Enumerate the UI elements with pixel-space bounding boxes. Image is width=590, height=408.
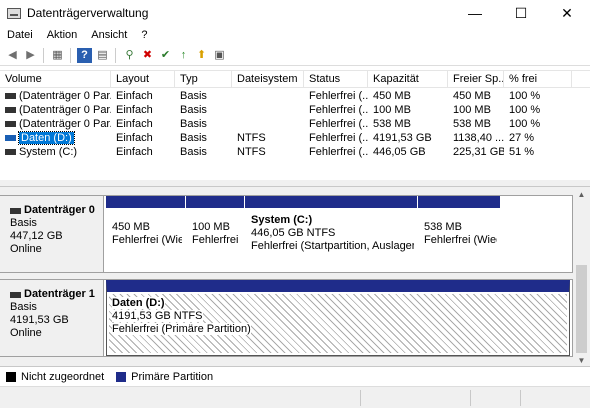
- menu-datei[interactable]: Datei: [0, 29, 40, 41]
- disk-icon: [10, 207, 21, 214]
- toolbar-separator: [43, 48, 44, 63]
- minimize-button[interactable]: —: [452, 0, 498, 26]
- window-title: Datenträgerverwaltung: [27, 6, 149, 20]
- menu-help[interactable]: ?: [134, 29, 154, 41]
- maximize-button[interactable]: ☐: [498, 0, 544, 26]
- disk-1-size: 4191,53 GB: [10, 314, 69, 326]
- disk-0-name: Datenträger 0: [24, 204, 95, 216]
- menu-bar: Datei Aktion Ansicht ?: [0, 26, 590, 44]
- table-row-selected[interactable]: Daten (D:) Einfach Basis NTFS Fehlerfrei…: [0, 131, 590, 145]
- disk-1-state: Online: [10, 327, 42, 339]
- scroll-thumb[interactable]: [576, 265, 587, 353]
- disk-0-partitions: 450 MB Fehlerfrei (Wiec 100 MB Fehlerfre…: [104, 195, 573, 273]
- toolbar-separator: [115, 48, 116, 63]
- partition-system-c[interactable]: System (C:) 446,05 GB NTFS Fehlerfrei (S…: [245, 196, 417, 272]
- table-row[interactable]: (Datenträger 0 Par... Einfach Basis Fehl…: [0, 117, 590, 131]
- legend-unallocated-label: Nicht zugeordnet: [21, 370, 105, 383]
- list-header: Volume Layout Typ Dateisystem Status Kap…: [0, 71, 590, 88]
- status-divider: [470, 390, 471, 406]
- close-button[interactable]: ✕: [544, 0, 590, 26]
- connect-icon[interactable]: ⚲: [122, 48, 137, 63]
- table-row[interactable]: (Datenträger 0 Par... Einfach Basis Fehl…: [0, 89, 590, 103]
- status-divider: [360, 390, 361, 406]
- column-freier-speicher[interactable]: Freier Sp...: [448, 71, 504, 88]
- forward-icon[interactable]: ▶: [23, 48, 38, 63]
- disk-view-vertical-scrollbar[interactable]: ▲ ▼: [573, 187, 590, 367]
- column-layout[interactable]: Layout: [111, 71, 175, 88]
- column-typ[interactable]: Typ: [175, 71, 232, 88]
- import-icon[interactable]: ↑: [176, 48, 191, 63]
- toolbar-separator: [70, 48, 71, 63]
- toolbar: ◀ ▶ ▦ ? ▤ ⚲ ✖ ✔ ↑ ⬆ ▣: [0, 44, 590, 66]
- table-row[interactable]: System (C:) Einfach Basis NTFS Fehlerfre…: [0, 145, 590, 159]
- menu-aktion[interactable]: Aktion: [40, 29, 85, 41]
- column-status[interactable]: Status: [304, 71, 368, 88]
- legend: Nicht zugeordnet Primäre Partition: [0, 366, 590, 386]
- legend-unallocated-swatch: [6, 371, 16, 382]
- disk-0-type: Basis: [10, 217, 37, 229]
- delete-icon[interactable]: ✖: [140, 48, 155, 63]
- back-icon[interactable]: ◀: [5, 48, 20, 63]
- partition-recovery-538[interactable]: 538 MB Fehlerfrei (Wiede: [418, 196, 500, 272]
- disk-1-type: Basis: [10, 301, 37, 313]
- disk-0-label[interactable]: Datenträger 0 Basis 447,12 GB Online: [0, 195, 104, 273]
- column-volume[interactable]: Volume: [0, 71, 111, 88]
- view-icon[interactable]: ▣: [212, 48, 227, 63]
- check-icon[interactable]: ✔: [158, 48, 173, 63]
- disk-graphical-view: Datenträger 0 Basis 447,12 GB Online 450…: [0, 186, 590, 367]
- partition-efi-100[interactable]: 100 MB Fehlerfrei (: [186, 196, 244, 272]
- status-bar: [0, 386, 590, 408]
- disk-management-icon: [7, 8, 21, 19]
- folder-up-icon[interactable]: ⬆: [194, 48, 209, 63]
- disk-0-size: 447,12 GB: [10, 230, 63, 242]
- column-dateisystem[interactable]: Dateisystem: [232, 71, 304, 88]
- disk-1-label[interactable]: Datenträger 1 Basis 4191,53 GB Online: [0, 279, 104, 357]
- properties-icon[interactable]: ▤: [95, 48, 110, 63]
- volume-list: Volume Layout Typ Dateisystem Status Kap…: [0, 70, 590, 186]
- disk-0-state: Online: [10, 243, 42, 255]
- legend-primary-swatch: [116, 371, 127, 382]
- partition-daten-d[interactable]: Daten (D:) 4191,53 GB NTFS Fehlerfrei (P…: [106, 280, 570, 356]
- selected-volume-name: Daten (D:): [18, 131, 75, 145]
- title-bar: Datenträgerverwaltung — ☐ ✕: [0, 0, 590, 26]
- disk-1-partitions: Daten (D:) 4191,53 GB NTFS Fehlerfrei (P…: [104, 279, 573, 357]
- status-divider: [520, 390, 521, 406]
- partition-recovery-450[interactable]: 450 MB Fehlerfrei (Wiec: [106, 196, 185, 272]
- column-kapazitaet[interactable]: Kapazität: [368, 71, 448, 88]
- help-icon[interactable]: ?: [77, 48, 92, 63]
- scroll-up-icon[interactable]: ▲: [573, 187, 590, 201]
- disk-icon: [10, 291, 21, 298]
- legend-primary-label: Primäre Partition: [131, 370, 214, 383]
- disk-1-name: Datenträger 1: [24, 288, 95, 300]
- table-row[interactable]: (Datenträger 0 Par... Einfach Basis Fehl…: [0, 103, 590, 117]
- console-tree-icon[interactable]: ▦: [50, 48, 65, 63]
- scroll-down-icon[interactable]: ▼: [573, 353, 590, 367]
- column-prozent-frei[interactable]: % frei: [504, 71, 572, 88]
- menu-ansicht[interactable]: Ansicht: [84, 29, 134, 41]
